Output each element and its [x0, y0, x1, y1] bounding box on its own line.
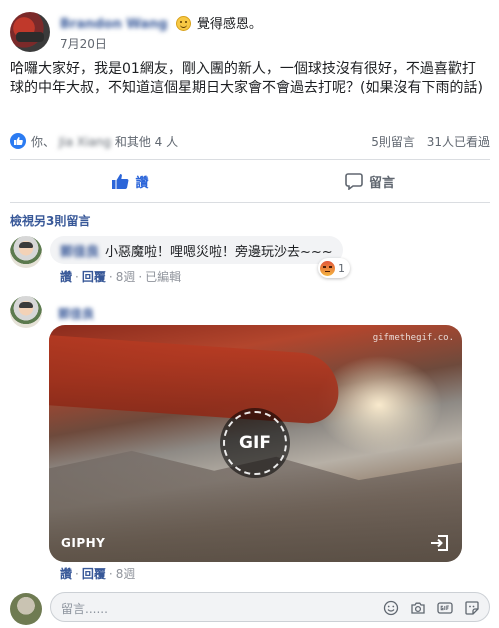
- comment-button[interactable]: 留言: [260, 168, 480, 194]
- gif-icon[interactable]: [436, 599, 454, 617]
- author-avatar[interactable]: [10, 12, 50, 52]
- reaction-count: 1: [338, 261, 345, 275]
- comment-actions: 讚 · 回覆 · 8週 · 已編輯: [60, 270, 182, 284]
- composer-icons: [373, 599, 481, 617]
- comment-like-link[interactable]: 讚: [60, 270, 72, 284]
- comment-actions: 讚 · 回覆 · 8週: [60, 567, 136, 581]
- comment-time[interactable]: 8週: [116, 270, 136, 284]
- open-external-icon[interactable]: [430, 534, 450, 552]
- emoji-icon[interactable]: [382, 599, 400, 617]
- post-stats: 你、 Jia Xiang 和其他 4 人 5則留言 31人已看過: [10, 132, 490, 152]
- gif-frame-hand: [49, 334, 342, 426]
- stats-counts: 5則留言 31人已看過: [371, 133, 490, 150]
- divider-bottom: [10, 202, 490, 203]
- smile-emoji-icon: [175, 16, 191, 31]
- comment-edited[interactable]: 已編輯: [145, 270, 181, 284]
- post-body: 哈囉大家好，我是01網友，剛入團的新人，一個球技沒有很好，不過喜歡打球的中年大叔…: [10, 61, 483, 96]
- gif-attachment[interactable]: gifmethegif.co. GIF GIPHY: [49, 325, 462, 562]
- giphy-attribution[interactable]: GIPHY: [61, 536, 105, 550]
- angry-reaction-icon: [320, 260, 335, 276]
- viewer-avatar: [10, 593, 42, 625]
- likers-suffix: 和其他 4 人: [114, 135, 179, 149]
- sticker-icon[interactable]: [463, 599, 481, 617]
- action-bar: 讚 留言: [10, 160, 490, 202]
- commenter-avatar[interactable]: [10, 296, 42, 328]
- likers-prefix: 你、: [31, 135, 56, 149]
- composer-placeholder: 留言......: [61, 602, 108, 616]
- commenter-name[interactable]: 郭佳良: [58, 305, 94, 322]
- comment-button-label: 留言: [368, 175, 395, 191]
- feeling-text: 覺得感恩。: [196, 17, 262, 32]
- commenter-avatar[interactable]: [10, 236, 42, 268]
- gif-play-button[interactable]: GIF: [220, 408, 290, 478]
- like-button-label: 讚: [135, 175, 149, 191]
- gif-watermark: gifmethegif.co.: [372, 333, 454, 343]
- author-name[interactable]: Brandon Wang: [60, 17, 168, 32]
- likers-name: Jia Xiang: [58, 135, 112, 149]
- post-header: Brandon Wang 覺得感恩。 7月20日: [10, 10, 490, 54]
- commenter-name[interactable]: 郭佳良: [60, 241, 99, 260]
- like-button[interactable]: 讚: [20, 168, 240, 194]
- author-line: Brandon Wang 覺得感恩。: [60, 13, 262, 32]
- comment-count[interactable]: 5則留言: [371, 135, 415, 149]
- like-badge-icon: [10, 133, 26, 149]
- comment-reply-link[interactable]: 回覆: [82, 270, 106, 284]
- gif-badge-label: GIF: [239, 433, 271, 453]
- likers-summary[interactable]: 你、 Jia Xiang 和其他 4 人: [31, 133, 178, 150]
- comment-time[interactable]: 8週: [116, 567, 136, 581]
- comment-bubble: 郭佳良 小惡魔啦！哩嗯災啦！旁邊玩沙去~~~: [50, 236, 343, 264]
- comment-reply-link[interactable]: 回覆: [82, 567, 106, 581]
- view-count[interactable]: 31人已看過: [427, 135, 490, 149]
- comment-bubble-icon: [345, 173, 363, 190]
- comment-reaction[interactable]: 1: [318, 258, 350, 278]
- camera-icon[interactable]: [409, 599, 427, 617]
- comment-text: 小惡魔啦！哩嗯災啦！旁邊玩沙去~~~: [105, 244, 333, 260]
- comment-composer[interactable]: 留言......: [50, 592, 490, 622]
- view-more-comments-link[interactable]: 檢視另3則留言: [10, 212, 90, 229]
- post-date[interactable]: 7月20日: [60, 35, 107, 52]
- thumbs-up-icon: [112, 174, 129, 189]
- comment-like-link[interactable]: 讚: [60, 567, 72, 581]
